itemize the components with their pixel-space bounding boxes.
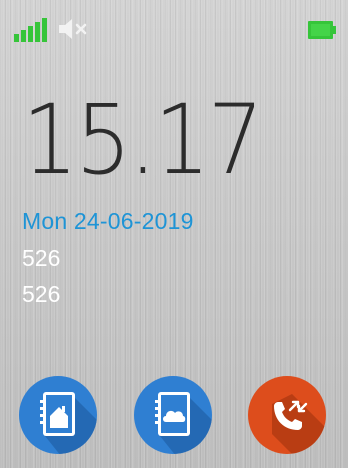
info-line-2: 526 [22,281,61,307]
call-log-icon [272,394,326,454]
status-bar [0,0,348,44]
clock-time: 15.17 [22,84,264,196]
clock-date: Mon 24-06-2019 [22,208,194,234]
cloud-contacts-button[interactable] [134,376,212,454]
home-contacts-icon [40,392,97,454]
info-line-1: 526 [22,245,61,271]
signal-strength-icon [14,18,47,42]
volume-muted-icon [59,19,87,39]
call-log-button[interactable] [248,376,326,454]
home-contacts-button[interactable] [19,376,97,454]
cloud-contacts-icon [155,392,212,454]
battery-full-icon [308,21,336,39]
